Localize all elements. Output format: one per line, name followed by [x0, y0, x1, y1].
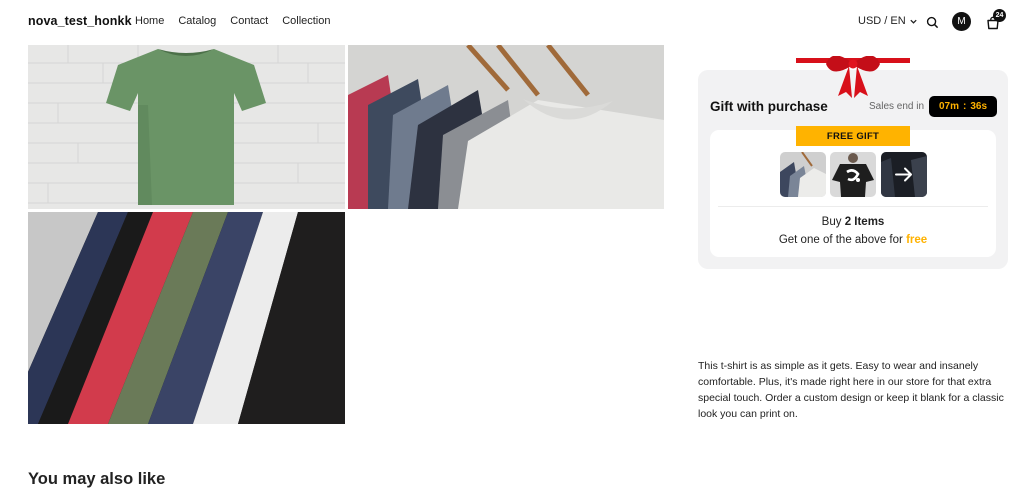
timer-seconds: 36s	[970, 101, 988, 112]
buy-prefix: Buy	[821, 216, 845, 228]
timer-separator: :	[962, 101, 967, 112]
gift-thumb-more[interactable]	[881, 152, 927, 197]
gift-divider	[718, 206, 988, 207]
nav-home[interactable]: Home	[135, 15, 164, 27]
countdown-timer: 07m : 36s	[929, 96, 997, 117]
search-button[interactable]	[922, 12, 942, 32]
buy-items-text: Buy 2 Items	[698, 216, 1008, 228]
buy-count: 2 Items	[844, 216, 885, 228]
gift-thumb-hangers[interactable]	[780, 152, 826, 197]
gift-thumb-logo-tee[interactable]	[830, 152, 876, 197]
product-description: This t-shirt is as simple as it gets. Ea…	[698, 360, 1004, 420]
search-icon	[926, 16, 938, 28]
free-gift-tag: FREE GIFT	[796, 126, 910, 146]
nav-collection[interactable]: Collection	[282, 15, 330, 27]
free-word: free	[906, 234, 928, 246]
gift-title: Gift with purchase	[710, 99, 828, 114]
site-header: nova_test_honkk Home Catalog Contact Col…	[0, 0, 1024, 44]
main-nav: Home Catalog Contact Collection	[135, 15, 345, 27]
nav-contact[interactable]: Contact	[230, 15, 268, 27]
currency-language-selector[interactable]: USD / EN	[858, 15, 918, 27]
chevron-down-icon	[910, 19, 917, 24]
gift-with-purchase-card: Gift with purchase Sales end in 07m : 36…	[698, 56, 1008, 269]
product-image-hangers[interactable]	[348, 45, 664, 209]
product-image-folded-tshirts[interactable]	[28, 212, 345, 424]
product-image-green-tshirt[interactable]	[28, 45, 345, 209]
locale-label: USD / EN	[858, 15, 906, 27]
sales-end-label: Sales end in	[869, 101, 925, 112]
related-products-heading: You may also like	[28, 470, 166, 488]
get-prefix: Get one of the above for	[778, 234, 907, 246]
timer-minutes: 07m	[938, 101, 959, 112]
nav-catalog[interactable]: Catalog	[178, 15, 216, 27]
cart-count-badge: 24	[993, 9, 1006, 22]
get-free-text: Get one of the above for free	[698, 234, 1008, 246]
ribbon-bow-icon	[796, 56, 910, 98]
account-avatar[interactable]: M	[952, 12, 971, 31]
brand-logo[interactable]: nova_test_honkk	[28, 14, 132, 28]
